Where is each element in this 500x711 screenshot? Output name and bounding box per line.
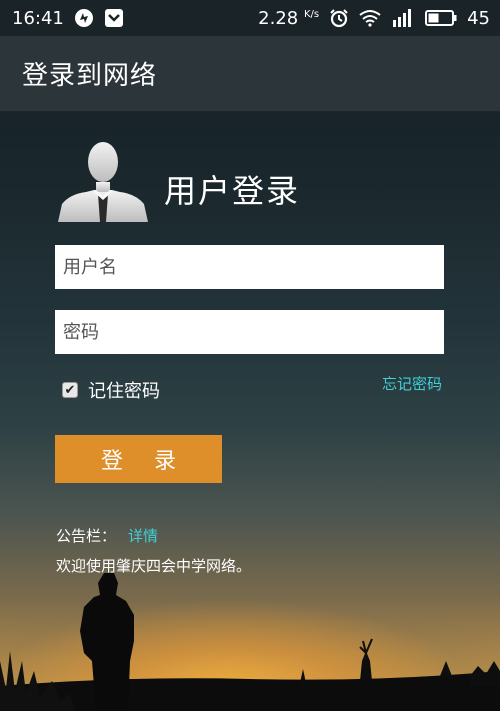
notice-details-link[interactable]: 详情 [128,525,158,546]
app-bar-title: 登录到网络 [22,61,158,91]
notice-text: 欢迎使用肇庆四会中学网络。 [56,557,252,575]
login-heading: 用户登录 [164,172,301,210]
notification-app-icon [74,8,94,28]
app-bar: 登录到网络 [0,36,500,112]
status-time: 16:41 [12,7,64,29]
remember-password-label: 记住密码 [88,381,160,402]
battery-icon [425,10,457,26]
wifi-icon [359,9,381,27]
status-bar: 16:41 2.28 K/s 45 [0,0,500,36]
network-speed: 2.28 K/s [258,7,320,29]
remember-password-option[interactable]: ✔ 记住密码 [62,377,160,403]
notification-download-icon [104,8,124,28]
notice-bar: 公告栏： 详情 [56,525,158,546]
user-avatar-icon [58,142,148,222]
remember-password-checkbox[interactable]: ✔ [62,382,78,398]
battery-level: 45 [467,7,490,29]
forgot-password-link[interactable]: 忘记密码 [382,373,442,394]
username-input[interactable] [55,245,444,289]
password-input[interactable] [55,310,444,354]
alarm-icon [329,8,349,28]
login-button[interactable]: 登 录 [55,435,222,483]
signal-3g-icon [391,8,415,28]
notice-label: 公告栏： [56,527,117,545]
